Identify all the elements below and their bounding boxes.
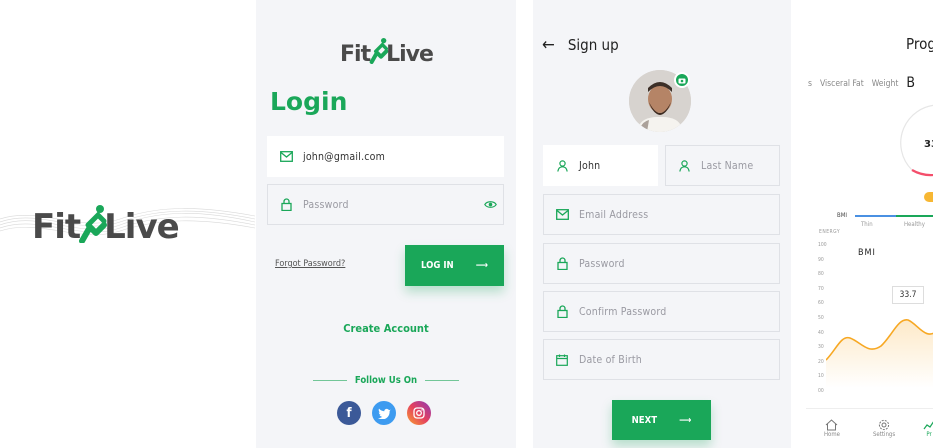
nav-home-label: Home (824, 431, 840, 438)
twitter-icon[interactable] (372, 401, 396, 425)
gauge-value: 33 (924, 139, 933, 150)
app-showcase: Fit Live Fit Live Login john@gmail.com P… (0, 0, 933, 448)
create-account-link[interactable]: Create Account (256, 322, 516, 335)
progress-icon (923, 421, 933, 430)
nav-home[interactable]: Home (824, 419, 840, 438)
home-icon (826, 419, 838, 431)
forgot-password-link[interactable]: Forgot Password? (275, 259, 345, 269)
brand-logo: Fit Live (32, 203, 180, 247)
follow-label: Follow Us On (354, 375, 418, 386)
divider (312, 380, 347, 381)
gauge-indicator (924, 192, 933, 202)
logo-live-text: Live (386, 42, 434, 67)
metric-tabs: s Visceral Fat Weight B (808, 75, 915, 91)
gear-icon (878, 419, 890, 431)
last-name-placeholder: Last Name (701, 159, 754, 172)
confirm-password-placeholder: Confirm Password (579, 305, 667, 318)
scale-bar (855, 215, 933, 217)
first-name-value: John (579, 159, 601, 172)
last-name-field[interactable]: Last Name (665, 145, 780, 186)
scale-label: BMI (837, 212, 847, 219)
user-icon (555, 159, 569, 173)
password-placeholder: Password (303, 198, 349, 211)
y-tick: 90 (818, 256, 824, 263)
logo-fit-text: Fit (340, 42, 371, 67)
bmi-gauge: 33 (900, 104, 933, 202)
email-value: john@gmail.com (303, 150, 386, 163)
login-logo: Fit Live (340, 36, 434, 67)
arrow-right-icon: ⟶ (679, 414, 692, 426)
data-point-value: 33.7 (899, 290, 917, 300)
signup-header: ← Sign up (542, 35, 619, 55)
logo-live-text: Live (104, 207, 180, 247)
tab-weight[interactable]: Weight (872, 79, 899, 91)
camera-icon[interactable] (674, 72, 690, 88)
logo-fit-text: Fit (32, 207, 81, 247)
next-button[interactable]: NEXT ⟶ (612, 400, 711, 440)
date-of-birth-placeholder: Date of Birth (579, 353, 642, 366)
scale-thin: Thin (861, 221, 873, 228)
data-point-label: 33.7 (892, 286, 924, 304)
eye-icon[interactable] (484, 200, 497, 209)
social-links: f (337, 401, 431, 425)
user-icon (677, 159, 691, 173)
login-screen: Fit Live Login john@gmail.com Password F… (256, 0, 516, 448)
date-of-birth-field[interactable]: Date of Birth (543, 339, 780, 380)
arrow-right-icon: ⟶ (475, 260, 488, 271)
mail-icon (279, 150, 293, 164)
password-field[interactable]: Password (267, 184, 504, 225)
email-field[interactable]: Email Address (543, 194, 780, 235)
password-field[interactable]: Password (543, 243, 780, 284)
follow-us-heading: Follow Us On (256, 375, 516, 386)
lock-icon (555, 305, 569, 319)
lock-icon (555, 257, 569, 271)
email-placeholder: Email Address (579, 208, 649, 221)
first-name-field[interactable]: John (543, 145, 658, 186)
facebook-icon[interactable]: f (337, 401, 361, 425)
login-button-label: LOG IN (421, 260, 454, 271)
back-arrow-icon[interactable]: ← (542, 35, 555, 55)
nav-progress[interactable]: Pr (923, 419, 933, 438)
scale-healthy: Healthy (904, 221, 925, 228)
signup-screen: ← Sign up John Last Name Email Address P… (533, 0, 791, 448)
lock-icon (279, 198, 293, 212)
divider (425, 380, 460, 381)
energy-label: ENERGY (819, 229, 841, 235)
password-placeholder: Password (579, 257, 625, 270)
nav-settings[interactable]: Settings (873, 419, 895, 438)
y-tick: 100 (818, 242, 827, 248)
confirm-password-field[interactable]: Confirm Password (543, 291, 780, 332)
mail-icon (555, 208, 569, 222)
email-field[interactable]: john@gmail.com (267, 136, 504, 177)
page-title: Prog (906, 35, 933, 53)
tab-visceral-fat[interactable]: Visceral Fat (820, 79, 864, 91)
calendar-icon (555, 353, 569, 367)
nav-progress-label: Pr (926, 431, 932, 438)
next-button-label: NEXT (631, 414, 658, 426)
instagram-icon[interactable] (407, 401, 431, 425)
progress-screen: Prog s Visceral Fat Weight B 33 BMI Thin… (806, 0, 933, 448)
nav-settings-label: Settings (873, 431, 896, 438)
login-button[interactable]: LOG IN ⟶ (405, 245, 504, 286)
splash-screen: Fit Live (0, 0, 255, 448)
tab-bmi[interactable]: B (906, 75, 915, 91)
tab-partial[interactable]: s (808, 79, 812, 91)
chart-title: BMI (858, 248, 876, 258)
page-title: Login (270, 87, 348, 116)
bottom-navigation: Home Settings Pr (806, 408, 933, 448)
page-title: Sign up (567, 36, 619, 54)
